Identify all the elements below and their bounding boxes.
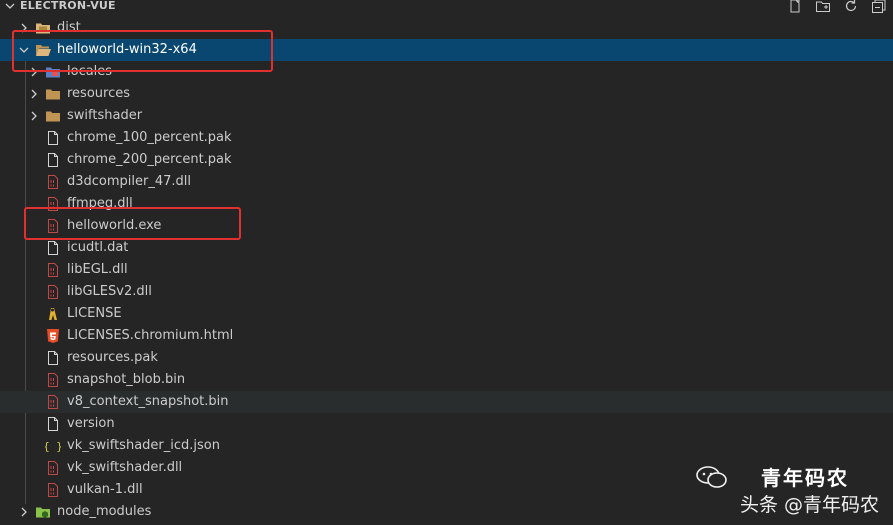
binary-file-icon xyxy=(45,262,61,278)
refresh-icon[interactable] xyxy=(843,0,859,14)
tree-item-label: helloworld.exe xyxy=(67,218,162,233)
tree-item-label: resources xyxy=(67,86,131,101)
tree-item-label: ffmpeg.dll xyxy=(67,196,133,211)
tree-item-label: vk_swiftshader.dll xyxy=(67,460,183,475)
binary-file-icon xyxy=(45,394,61,410)
binary-file-icon xyxy=(45,482,61,498)
file-icon xyxy=(45,350,61,366)
tree-file-row[interactable]: helloworld.exe xyxy=(0,215,893,237)
file-icon xyxy=(45,130,61,146)
folder-icon xyxy=(45,86,61,102)
chevron-right-icon[interactable] xyxy=(28,110,40,122)
chevron-right-icon[interactable] xyxy=(18,506,30,518)
tree-file-row[interactable]: v8_context_snapshot.bin xyxy=(0,391,893,413)
tree-file-row[interactable]: libEGL.dll xyxy=(0,259,893,281)
collapse-all-icon[interactable] xyxy=(871,0,887,14)
tree-item-label: vk_swiftshader_icd.json xyxy=(67,438,220,453)
tree-item-label: chrome_200_percent.pak xyxy=(67,152,232,167)
binary-file-icon xyxy=(45,372,61,388)
tree-item-label: LICENSE xyxy=(67,306,122,321)
svg-text:{ }: { } xyxy=(45,440,61,453)
folder-open-icon xyxy=(35,42,51,58)
folder-icon xyxy=(45,108,61,124)
tree-item-label: vulkan-1.dll xyxy=(67,482,143,497)
tree-item-label: locales xyxy=(67,64,113,79)
tree-file-row[interactable]: version xyxy=(0,413,893,435)
binary-file-icon xyxy=(45,174,61,190)
folder-yellow-icon xyxy=(35,20,51,36)
tree-folder-row[interactable]: helloworld-win32-x64 xyxy=(0,39,893,61)
tree-file-row[interactable]: vk_swiftshader.dll xyxy=(0,457,893,479)
chevron-right-icon[interactable] xyxy=(18,22,30,34)
file-icon xyxy=(45,240,61,256)
chat-bubble-icon xyxy=(695,465,729,489)
tree-item-label: node_modules xyxy=(57,504,152,519)
tree-item-label: dist xyxy=(57,20,81,35)
tree-item-label: resources.pak xyxy=(67,350,158,365)
chevron-right-icon[interactable] xyxy=(28,88,40,100)
tree-folder-row[interactable]: swiftshader xyxy=(0,105,893,127)
tree-file-row[interactable]: LICENSE xyxy=(0,303,893,325)
tree-file-row[interactable]: resources.pak xyxy=(0,347,893,369)
tree-file-row[interactable]: chrome_100_percent.pak xyxy=(0,127,893,149)
tree-folder-row[interactable]: resources xyxy=(0,83,893,105)
tree-file-row[interactable]: { } vk_swiftshader_icd.json xyxy=(0,435,893,457)
folder-locales-icon xyxy=(45,64,61,80)
watermark-line2: 头条 @青年码农 xyxy=(739,494,879,516)
tree-folder-row[interactable]: dist xyxy=(0,17,893,39)
license-icon xyxy=(45,306,61,322)
watermark-line1: 青年码农 xyxy=(761,466,849,490)
explorer-actions xyxy=(787,0,887,14)
chevron-down-icon[interactable] xyxy=(18,44,30,56)
tree-file-row[interactable]: LICENSES.chromium.html xyxy=(0,325,893,347)
tree-item-label: d3dcompiler_47.dll xyxy=(67,174,192,189)
tree-item-label: helloworld-win32-x64 xyxy=(57,42,197,57)
tree-folder-row[interactable]: locales xyxy=(0,61,893,83)
tree-item-label: icudtl.dat xyxy=(67,240,129,255)
tree-item-label: libEGL.dll xyxy=(67,262,128,277)
tree-item-label: swiftshader xyxy=(67,108,143,123)
binary-file-icon xyxy=(45,284,61,300)
tree-item-label: version xyxy=(67,416,115,431)
tree-item-label: libGLESv2.dll xyxy=(67,284,152,299)
file-icon xyxy=(45,152,61,168)
explorer-header: ELECTRON-VUE xyxy=(0,0,893,14)
tree-item-label: snapshot_blob.bin xyxy=(67,372,186,387)
tree-item-label: LICENSES.chromium.html xyxy=(67,328,234,343)
tree-item-label: chrome_100_percent.pak xyxy=(67,130,232,145)
binary-file-icon xyxy=(45,460,61,476)
folder-node-icon xyxy=(35,504,51,520)
html5-icon xyxy=(45,328,61,344)
new-folder-icon[interactable] xyxy=(815,0,831,14)
tree-file-row[interactable]: ffmpeg.dll xyxy=(0,193,893,215)
tree-file-row[interactable]: chrome_200_percent.pak xyxy=(0,149,893,171)
tree-file-row[interactable]: snapshot_blob.bin xyxy=(0,369,893,391)
json-icon: { } xyxy=(43,438,63,454)
explorer-title[interactable]: ELECTRON-VUE xyxy=(20,0,116,12)
tree-item-label: v8_context_snapshot.bin xyxy=(67,394,229,409)
new-file-icon[interactable] xyxy=(787,0,803,14)
chevron-right-icon[interactable] xyxy=(28,66,40,78)
binary-file-icon xyxy=(45,218,61,234)
tree-file-row[interactable]: d3dcompiler_47.dll xyxy=(0,171,893,193)
file-icon xyxy=(45,416,61,432)
chevron-down-icon[interactable] xyxy=(4,0,16,12)
tree-file-row[interactable]: icudtl.dat xyxy=(0,237,893,259)
tree-file-row[interactable]: libGLESv2.dll xyxy=(0,281,893,303)
binary-file-icon xyxy=(45,196,61,212)
